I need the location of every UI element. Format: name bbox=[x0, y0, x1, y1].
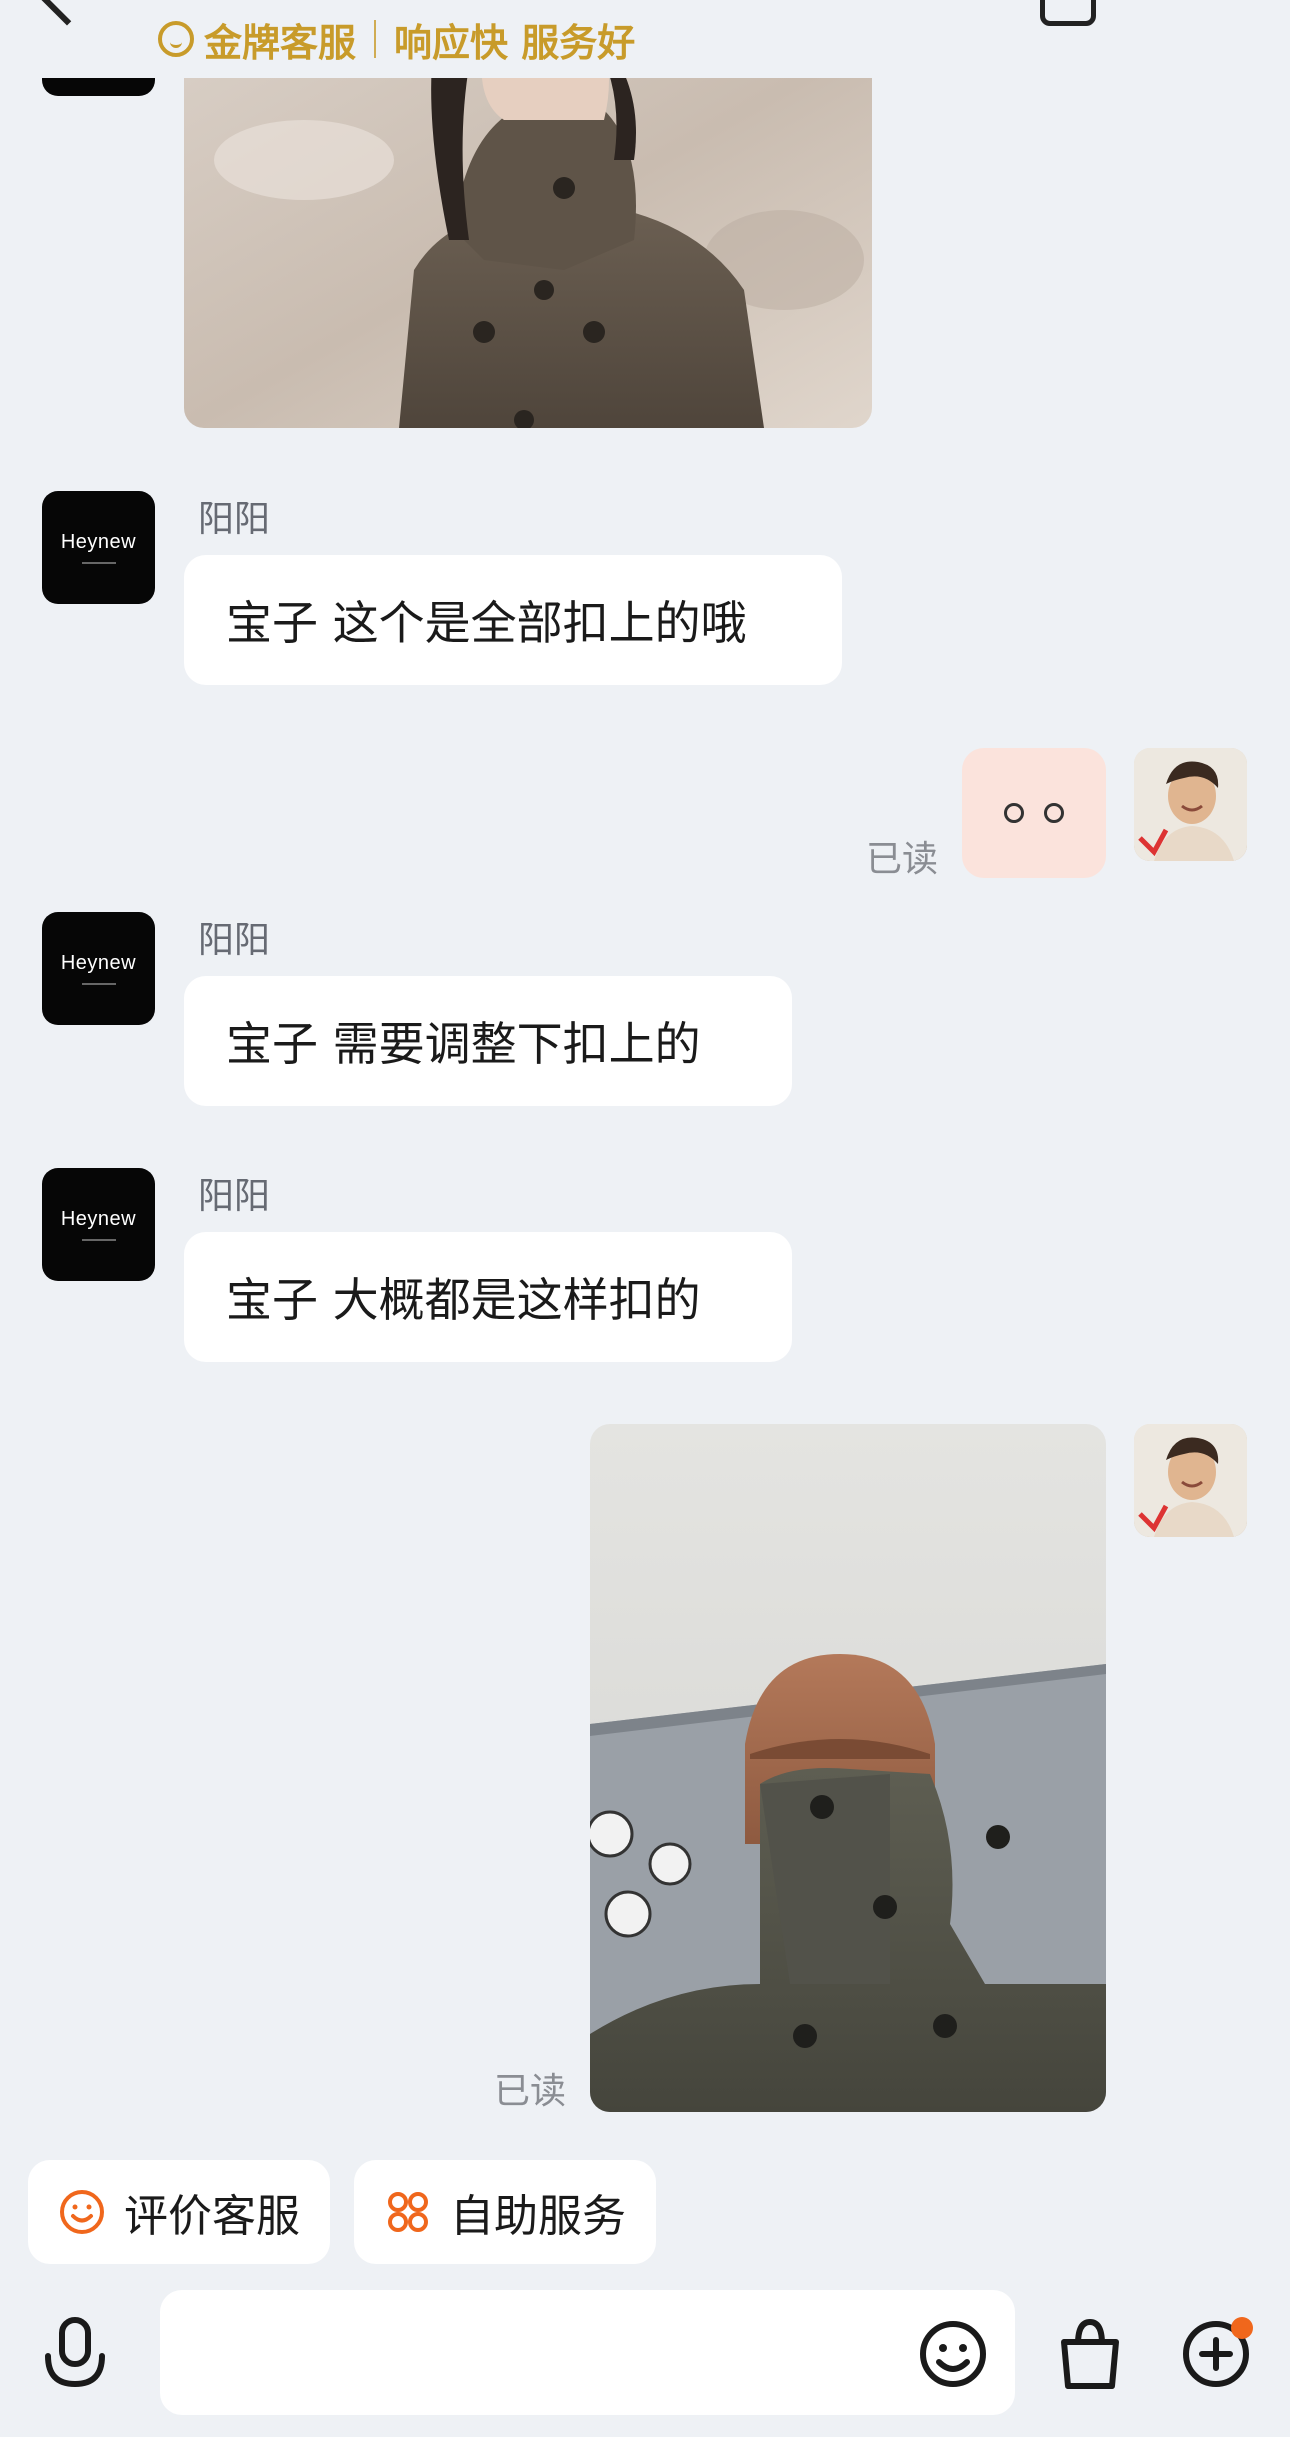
shop-avatar[interactable]: Heynew bbox=[42, 1168, 155, 1281]
message-bubble[interactable]: 宝子 大概都是这样扣的 bbox=[184, 1232, 792, 1362]
user-avatar[interactable] bbox=[1134, 1424, 1247, 1537]
microphone-icon[interactable] bbox=[40, 2316, 110, 2396]
plus-circle-icon[interactable] bbox=[1180, 2316, 1256, 2392]
message-bubble[interactable]: 宝子 这个是全部扣上的哦 bbox=[184, 555, 842, 685]
smile-circle-icon bbox=[60, 2190, 104, 2234]
service-badge: 金牌客服 响应快 服务好 bbox=[158, 8, 635, 70]
sent-image[interactable] bbox=[590, 1424, 1106, 2112]
agent-name: 阳阳 bbox=[198, 1176, 271, 1217]
rate-service-button[interactable]: 评价客服 bbox=[28, 2160, 330, 2264]
self-service-label: 自助服务 bbox=[450, 2191, 626, 2242]
emoji-bubble[interactable] bbox=[962, 748, 1106, 878]
shop-avatar-brand: Heynew bbox=[60, 531, 137, 553]
shopping-bag-icon[interactable] bbox=[1054, 2314, 1126, 2394]
badge-divider bbox=[374, 20, 377, 58]
agent-name: 阳阳 bbox=[198, 499, 271, 540]
four-circles-icon bbox=[388, 2192, 428, 2232]
message-bubble[interactable]: 宝子 需要调整下扣上的 bbox=[184, 976, 792, 1106]
shop-avatar-brand: Heynew bbox=[60, 1208, 137, 1230]
store-icon[interactable] bbox=[1040, 0, 1096, 26]
shop-avatar[interactable]: Heynew bbox=[42, 912, 155, 1025]
product-image[interactable] bbox=[184, 40, 872, 428]
self-service-button[interactable]: 自助服务 bbox=[354, 2160, 656, 2264]
medal-icon bbox=[158, 21, 194, 57]
gold-service-label: 金牌客服 bbox=[204, 20, 357, 65]
shop-avatar-brand: Heynew bbox=[60, 952, 137, 974]
product-photo bbox=[184, 40, 872, 428]
read-status: 已读 bbox=[866, 839, 939, 880]
notification-dot bbox=[1231, 2317, 1253, 2339]
service-tagline: 响应快 服务好 bbox=[394, 20, 636, 65]
shop-avatar[interactable]: Heynew bbox=[42, 491, 155, 604]
user-avatar[interactable] bbox=[1134, 748, 1247, 861]
dot-icon bbox=[1044, 803, 1064, 823]
dot-icon bbox=[1004, 803, 1024, 823]
sent-photo bbox=[590, 1424, 1106, 2112]
user-avatar-photo bbox=[1134, 748, 1247, 861]
rate-service-label: 评价客服 bbox=[124, 2191, 300, 2242]
message-input[interactable] bbox=[160, 2290, 1015, 2415]
agent-name: 阳阳 bbox=[198, 920, 271, 961]
read-status: 已读 bbox=[494, 2071, 567, 2112]
back-icon[interactable] bbox=[34, 0, 100, 26]
chat-header: 金牌客服 响应快 服务好 bbox=[0, 0, 1290, 78]
emoji-icon[interactable] bbox=[917, 2318, 989, 2390]
user-avatar-photo bbox=[1134, 1424, 1247, 1537]
